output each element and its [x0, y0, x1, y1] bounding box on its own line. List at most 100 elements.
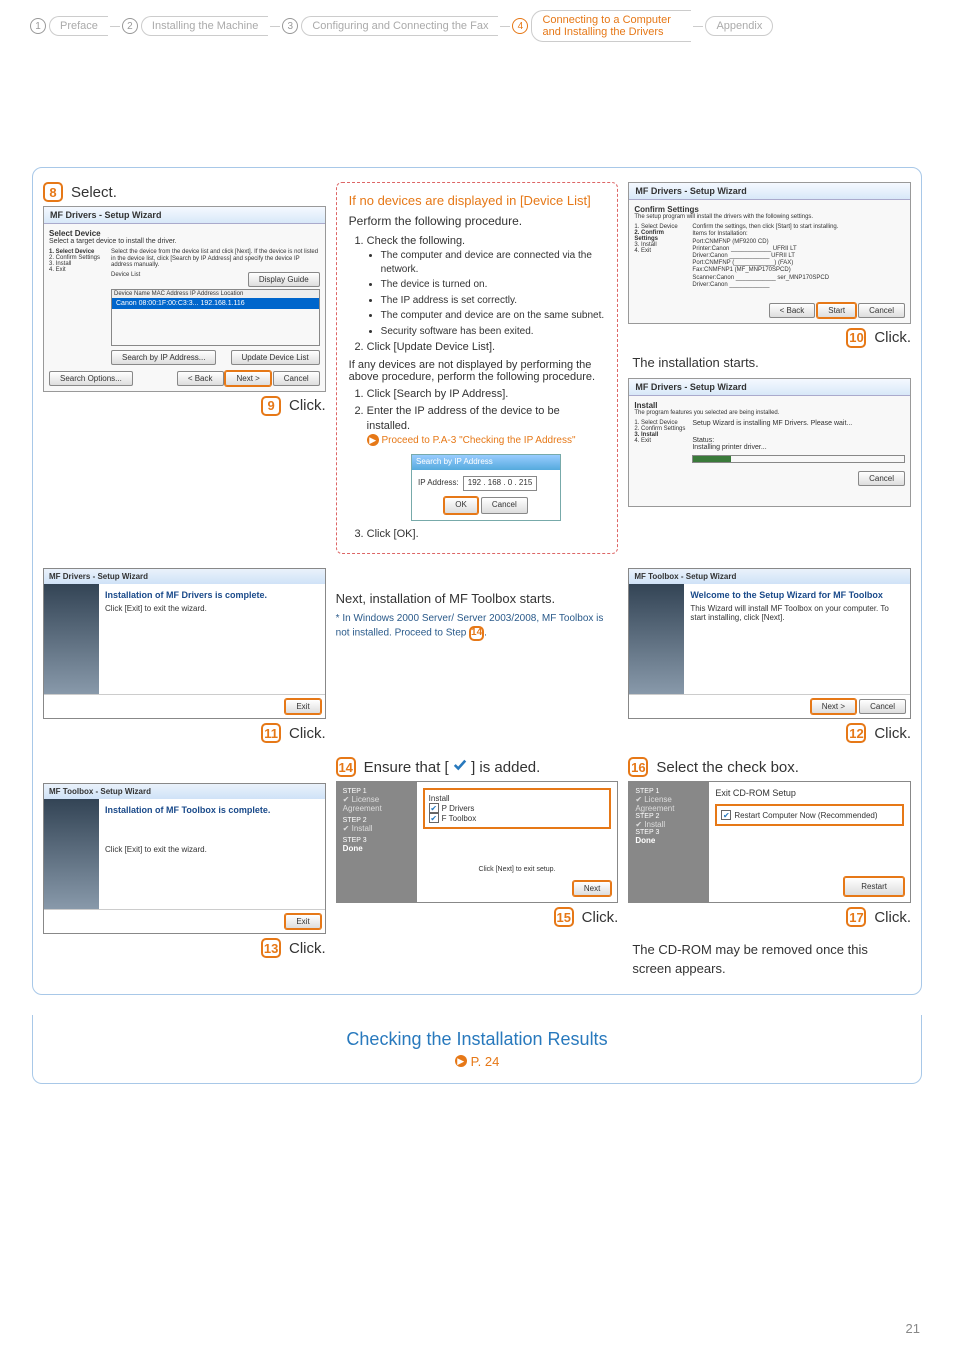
col-ensure: 14 Ensure that [ ] is added. STEP 1 ✔ Li…	[336, 757, 619, 927]
check-row: ✔P Drivers	[429, 803, 606, 813]
cancel-button[interactable]: Cancel	[273, 371, 320, 386]
step-14-badge: 14	[336, 757, 356, 777]
back-button[interactable]: < Back	[177, 371, 224, 386]
wizard-graphic	[44, 799, 99, 909]
proceed-link[interactable]: ▶ Proceed to P.A-3 "Checking the IP Addr…	[367, 435, 576, 446]
next-button[interactable]: Next >	[225, 371, 270, 386]
side-item: ✔ Install	[635, 820, 703, 829]
cancel-button[interactable]: Cancel	[858, 471, 905, 486]
confirm-line: Fax:CNMFNP1 (MF_MNP170SPCD)	[692, 267, 905, 274]
crumb-num: 3	[282, 18, 298, 34]
step-16-badge: 16	[628, 757, 648, 777]
exit-button[interactable]: Exit	[285, 699, 320, 714]
search-by-ip-button[interactable]: Search by IP Address...	[111, 350, 216, 365]
ip-dialog-title: Search by IP Address	[412, 455, 560, 470]
arrow-right-icon: ▶	[367, 434, 379, 446]
bottom-link-text: P. 24	[471, 1054, 500, 1069]
callout-step4: Enter the IP address of the device to be…	[367, 404, 606, 521]
list-label: Device List	[111, 272, 140, 287]
confirm-line: Printer:Canon ____________ UFRII LT	[692, 246, 905, 253]
step-15-text: Click.	[582, 909, 619, 926]
complete-msg: Click [Exit] to exit the wizard.	[105, 845, 319, 854]
left-item: 4. Exit	[49, 267, 107, 273]
callout-step4-text: Enter the IP address of the device to be…	[367, 405, 560, 432]
next-button[interactable]: Next	[573, 881, 611, 896]
col-toolbox-welcome: MF Toolbox - Setup Wizard Welcome to the…	[628, 568, 911, 743]
callout-step1-text: Check the following.	[367, 235, 465, 247]
dialog-title: MF Drivers - Setup Wizard	[629, 183, 910, 200]
confirm-settings-dialog: MF Drivers - Setup Wizard Confirm Settin…	[628, 182, 911, 324]
cancel-button[interactable]: Cancel	[859, 699, 906, 714]
exit-setup-dialog: STEP 1 ✔ License Agreement STEP 2 ✔ Inst…	[628, 781, 911, 903]
step-14-text: Ensure that [ ] is added.	[364, 758, 541, 776]
crumb-appendix[interactable]: Appendix	[705, 16, 773, 36]
check-item: The computer and device are connected vi…	[381, 249, 606, 276]
install-starts-note: The installation starts.	[628, 348, 911, 378]
col-step8: 8 Select. MF Drivers - Setup Wizard Sele…	[43, 182, 326, 554]
bottom-link[interactable]: ▶ P. 24	[455, 1054, 500, 1069]
left-item: 2. Confirm Settings	[634, 230, 688, 242]
side-item: ✔ License Agreement	[343, 795, 411, 813]
side-item: STEP 3	[635, 829, 703, 836]
device-row-selected[interactable]: Canon 08:00:1F:00:C3:3... 192.168.1.116	[112, 298, 319, 309]
dialog-heading: Install	[634, 401, 905, 410]
back-button[interactable]: < Back	[769, 303, 816, 318]
col-complete: MF Drivers - Setup Wizard Installation o…	[43, 568, 326, 743]
crumb-installing-machine[interactable]: 2 Installing the Machine	[122, 16, 268, 36]
status-label: Status:	[692, 437, 905, 444]
instr: Select the device from the device list a…	[111, 249, 320, 269]
search-options-button[interactable]: Search Options...	[49, 371, 133, 386]
cancel-button[interactable]: Cancel	[858, 303, 905, 318]
welcome-heading: Welcome to the Setup Wizard for MF Toolb…	[690, 590, 904, 600]
welcome-msg: This Wizard will install MF Toolbox on y…	[690, 604, 904, 622]
select-device-dialog: MF Drivers - Setup Wizard Select Device …	[43, 206, 326, 392]
left-item: 4. Exit	[634, 438, 688, 444]
ip-cancel-button[interactable]: Cancel	[481, 497, 528, 514]
callout-lead: Perform the following procedure.	[349, 214, 606, 228]
check-row: ✔F Toolbox	[429, 813, 606, 823]
side-item: Done	[635, 836, 703, 845]
side-item: ✔ License Agreement	[635, 795, 703, 813]
dialog-title: MF Toolbox - Setup Wizard	[629, 569, 910, 584]
crumb-connecting-computer[interactable]: 4 Connecting to a Computer and Installin…	[512, 10, 691, 42]
crumb-preface[interactable]: 1 Preface	[30, 16, 108, 36]
side-done: Done	[343, 844, 411, 853]
callout-step5: Click [OK].	[367, 527, 606, 542]
complete-heading: Installation of MF Toolbox is complete.	[105, 805, 319, 815]
sep	[110, 26, 120, 27]
exit-button[interactable]: Exit	[285, 914, 320, 929]
install-checklist: Install ✔P Drivers ✔F Toolbox	[423, 788, 612, 829]
breadcrumb-nav: 1 Preface 2 Installing the Machine 3 Con…	[0, 0, 954, 47]
restart-checkbox-row[interactable]: ✔Restart Computer Now (Recommended)	[715, 804, 904, 826]
dialog-title: MF Drivers - Setup Wizard	[44, 207, 325, 224]
step-9-text: Click.	[289, 397, 326, 414]
display-guide-button[interactable]: Display Guide	[248, 272, 320, 287]
restart-label: Restart Computer Now (Recommended)	[734, 811, 877, 820]
confirm-line: Scanner:Canon ____________ ser_MNP170SPC…	[692, 275, 905, 282]
update-device-list-button[interactable]: Update Device List	[231, 350, 320, 365]
step-8-text: Select.	[71, 184, 117, 201]
start-button[interactable]: Start	[817, 303, 856, 318]
callout-mid: If any devices are not displayed by perf…	[349, 359, 606, 383]
left-steps: 1. Select Device 2. Confirm Settings 3. …	[49, 249, 107, 365]
next-button[interactable]: Next >	[811, 699, 856, 714]
complete-msg: Click [Exit] to exit the wizard.	[105, 604, 319, 613]
install-msg: Setup Wizard is installing MF Drivers. P…	[692, 420, 905, 427]
midnote-title: Next, installation of MF Toolbox starts.	[336, 591, 555, 606]
progress-bar	[692, 455, 905, 463]
main-content-card: 8 Select. MF Drivers - Setup Wizard Sele…	[32, 167, 922, 995]
step-14-text-post: ] is added.	[471, 759, 540, 776]
installer-sidebar: STEP 1 ✔ License Agreement STEP 2 ✔ Inst…	[629, 782, 709, 902]
crumb-configuring-fax[interactable]: 3 Configuring and Connecting the Fax	[282, 16, 498, 36]
install-done-dialog: STEP 1 ✔ License Agreement STEP 2 ✔ Inst…	[336, 781, 619, 903]
step-13-badge: 13	[261, 938, 281, 958]
left-steps: 1. Select Device 2. Confirm Settings 3. …	[634, 420, 688, 463]
ip-ok-button[interactable]: OK	[444, 497, 478, 514]
bottom-link-card[interactable]: Checking the Installation Results ▶ P. 2…	[32, 1015, 922, 1084]
restart-button[interactable]: Restart	[844, 877, 904, 896]
col-callout: If no devices are displayed in [Device L…	[336, 182, 619, 554]
dialog-sub: Select a target device to install the dr…	[49, 238, 320, 245]
ip-field[interactable]: 192 . 168 . 0 . 215	[463, 476, 538, 491]
col-exit: 16 Select the check box. STEP 1 ✔ Licens…	[628, 757, 911, 983]
confirm-line: Driver:Canon ____________ UFRII LT	[692, 253, 905, 260]
